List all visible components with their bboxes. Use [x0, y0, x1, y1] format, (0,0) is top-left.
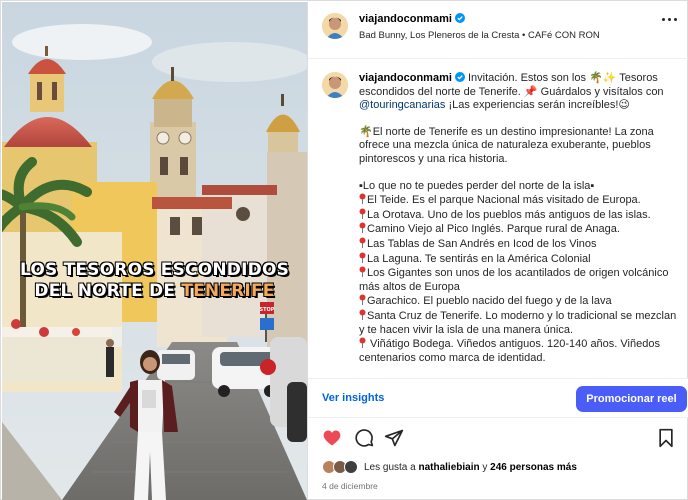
view-insights-link[interactable]: Ver insights	[322, 392, 384, 404]
reel-video[interactable]: STOP LOS TESOROS ESCONDIDOS DEL NORTE DE…	[2, 2, 307, 500]
like-heart-icon[interactable]	[322, 428, 342, 448]
list-item: Las Tablas de San Andrés en Icod de los …	[359, 237, 679, 252]
list-item-text: Garachico. El pueblo nacido del fuego y …	[367, 295, 612, 308]
location-pin-icon	[359, 309, 366, 320]
list-item: La Orotava. Uno de los pueblos más antig…	[359, 208, 679, 223]
action-bar	[308, 424, 688, 454]
caption-paragraph: 🌴El norte de Tenerife es un destino impr…	[359, 125, 654, 165]
location-pin-icon	[359, 266, 366, 278]
share-icon[interactable]	[384, 428, 404, 448]
caption-username[interactable]: viajandoconmami	[359, 72, 452, 84]
post-author-username[interactable]: viajandoconmami	[359, 13, 465, 25]
overlay-title-accent: TENERIFE	[181, 281, 275, 301]
more-options-icon[interactable]	[660, 15, 678, 25]
list-item: La Laguna. Te sentirás en la América Col…	[359, 252, 679, 267]
list-item-text: Las Tablas de San Andrés en Icod de los …	[367, 237, 597, 250]
caption-intro-b: ¡Las experiencias serán increíbles!😉	[445, 99, 630, 112]
list-item: Viñátigo Bodega. Viñedos antiguos. 120-1…	[359, 337, 679, 365]
verified-icon	[454, 72, 465, 82]
list-item-text: Santa Cruz de Tenerife. Lo moderno y lo …	[359, 309, 677, 336]
stop-sign-text: STOP	[260, 307, 275, 313]
location-pin-icon	[359, 208, 366, 219]
list-item-text: Los Gigantes son unos de los acantilados…	[359, 267, 669, 293]
list-item: Santa Cruz de Tenerife. Lo moderno y lo …	[359, 309, 679, 337]
likes-middle: y	[479, 462, 491, 473]
likes-user[interactable]: nathaliebiain	[418, 462, 479, 473]
post-date: 4 de diciembre	[322, 481, 378, 491]
list-item-text: Viñátigo Bodega. Viñedos antiguos. 120-1…	[359, 338, 660, 364]
list-item-text: La Laguna. Te sentirás en la América Col…	[367, 252, 591, 265]
location-pin-icon	[359, 337, 366, 349]
insights-bar: Ver insights Promocionar reel	[308, 378, 688, 418]
liker-avatar	[344, 460, 358, 474]
location-pin-icon	[359, 294, 366, 306]
list-item-text: Camino Viejo al Pico Inglés. Parque rura…	[367, 223, 620, 236]
list-item-text: El Teide. Es el parque Nacional más visi…	[367, 194, 641, 207]
list-item: Los Gigantes son unos de los acantilados…	[359, 266, 679, 294]
mention-link[interactable]: @touringcanarias	[359, 99, 445, 111]
comment-icon[interactable]	[354, 428, 374, 448]
likes-text: Les gusta a nathaliebiain y 246 personas…	[364, 462, 577, 473]
post-caption: viajandoconmami Invitación. Estos son lo…	[308, 60, 688, 378]
avatar-image	[322, 72, 348, 98]
list-item-text: La Orotava. Uno de los pueblos más antig…	[367, 208, 651, 221]
overlay-title-line2: DEL NORTE DE TENERIFE	[2, 281, 307, 301]
street-scene-image: STOP	[2, 2, 307, 500]
location-pin-icon	[359, 237, 366, 248]
overlay-title-line1: LOS TESOROS ESCONDIDOS	[19, 260, 290, 280]
promote-reel-button[interactable]: Promocionar reel	[576, 386, 687, 412]
likes-summary[interactable]: Les gusta a nathaliebiain y 246 personas…	[322, 460, 682, 478]
caption-text: viajandoconmami Invitación. Estos son lo…	[359, 72, 679, 365]
verified-icon	[454, 13, 465, 23]
avatar[interactable]	[322, 72, 348, 98]
save-bookmark-icon[interactable]	[656, 428, 676, 448]
overlay-title-prefix: DEL NORTE DE	[34, 281, 182, 301]
avatar-image	[322, 13, 348, 39]
avatar[interactable]	[322, 13, 348, 39]
audio-track-link[interactable]: Bad Bunny, Los Pleneros de la Cresta • C…	[359, 30, 600, 41]
post-dialog: STOP LOS TESOROS ESCONDIDOS DEL NORTE DE…	[0, 0, 688, 500]
location-pin-icon	[359, 252, 366, 263]
list-item: Garachico. El pueblo nacido del fuego y …	[359, 294, 679, 309]
list-item: El Teide. Es el parque Nacional más visi…	[359, 193, 679, 208]
author-name[interactable]: viajandoconmami	[359, 13, 452, 25]
list-item: Camino Viejo al Pico Inglés. Parque rura…	[359, 222, 679, 237]
likes-count[interactable]: 246 personas más	[490, 462, 577, 473]
post-side-panel: viajandoconmami Bad Bunny, Los Pleneros …	[307, 2, 688, 500]
caption-list-title: ▪Lo que no te puedes perder del norte de…	[359, 179, 595, 192]
likes-prefix: Les gusta a	[364, 462, 419, 473]
location-pin-icon	[359, 222, 366, 234]
location-pin-icon	[359, 193, 366, 205]
post-header: viajandoconmami Bad Bunny, Los Pleneros …	[308, 2, 688, 59]
